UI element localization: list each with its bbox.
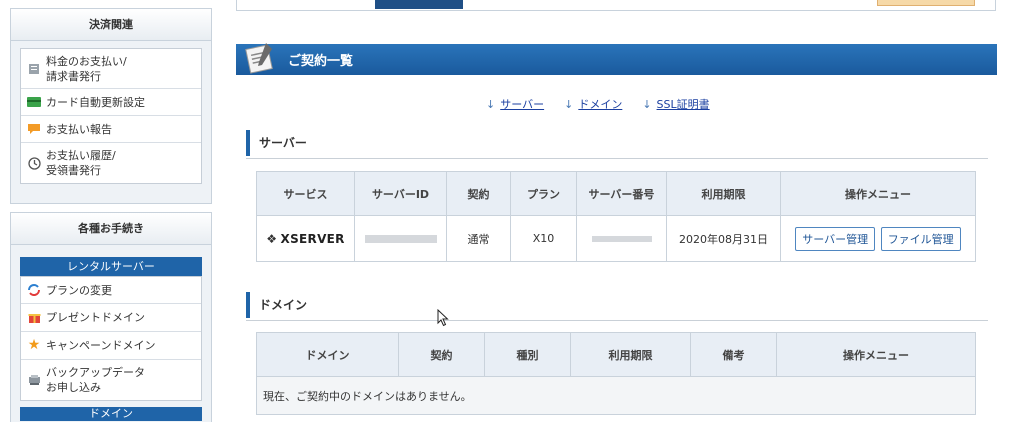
arrow-down-icon: ↓: [486, 98, 496, 111]
table-row: ❖ XSERVER 通常 X10 2020年08月31日 サーバー管理 ファイル…: [256, 215, 976, 262]
sidebar-procedures-box: 各種お手続き レンタルサーバー プランの変更 プレゼントドメイン ★ キャンペー…: [10, 212, 212, 422]
arrow-down-icon: ↓: [642, 98, 652, 111]
sidebar-procedures-title: 各種お手続き: [11, 213, 211, 245]
sidebar-item-label: 受領書発行: [46, 164, 101, 177]
contract-document-icon: [242, 39, 278, 74]
anchor-link-ssl[interactable]: SSL証明書: [657, 98, 710, 111]
sidebar-item-label: 料金のお支払い/: [46, 54, 127, 68]
file-manage-button[interactable]: ファイル管理: [880, 226, 961, 251]
sidebar-item-label: プランの変更: [46, 283, 112, 297]
column-header: サービス: [256, 171, 355, 216]
server-section-title: サーバー: [246, 130, 988, 156]
plan-cell: X10: [510, 215, 577, 262]
previous-section-button[interactable]: [877, 0, 975, 6]
sidebar-item-label: カード自動更新設定: [46, 95, 145, 109]
table-header-row: サービス サーバーID 契約 プラン サーバー番号 利用期限 操作メニュー: [256, 171, 976, 216]
operation-menu-cell: サーバー管理 ファイル管理: [780, 215, 976, 262]
backup-icon: [27, 374, 41, 386]
column-header: サーバーID: [354, 171, 447, 216]
clock-icon: [27, 156, 41, 170]
column-header: 備考: [690, 332, 777, 377]
column-header: ドメイン: [256, 332, 399, 377]
sidebar-item-label: プレゼントドメイン: [46, 311, 145, 324]
sidebar-item-card-auto-renewal[interactable]: カード自動更新設定: [21, 89, 201, 116]
service-name: XSERVER: [280, 231, 345, 246]
sidebar-payment-box: 決済関連 料金のお支払い/請求書発行 カード自動更新設定 お支払い報告 お支払い…: [10, 8, 212, 204]
column-header: 操作メニュー: [780, 171, 976, 216]
xserver-logo-icon: ❖: [266, 231, 278, 246]
arrow-down-icon: ↓: [564, 98, 574, 111]
empty-domain-message: 現在、ご契約中のドメインはありません。: [256, 376, 976, 415]
sidebar-item-backup-data[interactable]: バックアップデータ お申し込み: [21, 360, 201, 400]
column-header: 種別: [484, 332, 571, 377]
sidebar-item-label: バックアップデータ: [46, 366, 145, 379]
anchor-links: ↓ サーバー ↓ ドメイン ↓ SSL証明書: [486, 96, 710, 112]
server-manage-button[interactable]: サーバー管理: [795, 226, 876, 251]
sidebar-item-label: お申し込み: [46, 381, 101, 394]
credit-card-icon: [27, 96, 41, 108]
domain-table: ドメイン 契約 種別 利用期限 備考 操作メニュー 現在、ご契約中のドメインはあ…: [256, 332, 976, 415]
column-header: 利用期限: [666, 171, 781, 216]
sidebar-item-label: 請求書発行: [46, 69, 101, 83]
sidebar-payment-list: 料金のお支払い/請求書発行 カード自動更新設定 お支払い報告 お支払い履歴/受領…: [20, 48, 202, 184]
sidebar-payment-title: 決済関連: [11, 9, 211, 41]
gift-icon: [27, 312, 41, 324]
sidebar-rental-server-header: レンタルサーバー: [20, 257, 202, 276]
sidebar-item-payment-history[interactable]: お支払い履歴/受領書発行: [21, 143, 201, 183]
sidebar-item-payment-report[interactable]: お支払い報告: [21, 116, 201, 143]
contract-cell: 通常: [446, 215, 511, 262]
section-divider: [246, 320, 988, 321]
column-header: 利用期限: [570, 332, 691, 377]
sidebar-item-plan-change[interactable]: プランの変更: [21, 277, 201, 304]
server-id-cell: [354, 215, 447, 262]
section-divider: [246, 158, 988, 159]
sidebar-domain-header: ドメイン: [20, 407, 202, 421]
column-header: 操作メニュー: [776, 332, 976, 377]
invoice-icon: [27, 63, 41, 75]
table-header-row: ドメイン 契約 種別 利用期限 備考 操作メニュー: [256, 332, 976, 377]
plan-change-icon: [27, 284, 41, 296]
star-icon: ★: [27, 337, 41, 353]
anchor-link-server[interactable]: サーバー: [500, 98, 544, 111]
sidebar-item-label: お支払い報告: [46, 122, 112, 136]
server-number-cell: [576, 215, 667, 262]
column-header: プラン: [510, 171, 577, 216]
column-header: サーバー番号: [576, 171, 667, 216]
column-header: 契約: [398, 332, 485, 377]
previous-section-tab: [375, 0, 463, 9]
server-table: サービス サーバーID 契約 プラン サーバー番号 利用期限 操作メニュー ❖ …: [256, 171, 976, 262]
report-icon: [27, 123, 41, 135]
anchor-link-domain[interactable]: ドメイン: [578, 98, 622, 111]
sidebar-item-present-domain[interactable]: プレゼントドメイン: [21, 304, 201, 332]
sidebar-procedures-list: プランの変更 プレゼントドメイン ★ キャンペーンドメイン バックアップデータお…: [20, 276, 202, 401]
column-header: 契約: [446, 171, 511, 216]
table-row: 現在、ご契約中のドメインはありません。: [256, 376, 976, 415]
sidebar-item-label: お支払い履歴/: [46, 149, 116, 162]
sidebar-item-payment-invoice[interactable]: 料金のお支払い/請求書発行: [21, 49, 201, 89]
sidebar-item-label: キャンペーンドメイン: [46, 339, 156, 352]
previous-section-strip: [236, 0, 996, 11]
contract-list-title-bar: ご契約一覧: [236, 43, 997, 75]
mouse-cursor-icon: [437, 309, 449, 327]
redacted-server-id: [364, 235, 437, 243]
service-cell: ❖ XSERVER: [256, 215, 355, 262]
redacted-server-number: [591, 236, 652, 242]
domain-section-title: ドメイン: [246, 292, 988, 318]
sidebar-item-campaign-domain[interactable]: ★ キャンペーンドメイン: [21, 332, 201, 360]
expiry-cell: 2020年08月31日: [666, 215, 781, 262]
page-title: ご契約一覧: [288, 54, 354, 69]
